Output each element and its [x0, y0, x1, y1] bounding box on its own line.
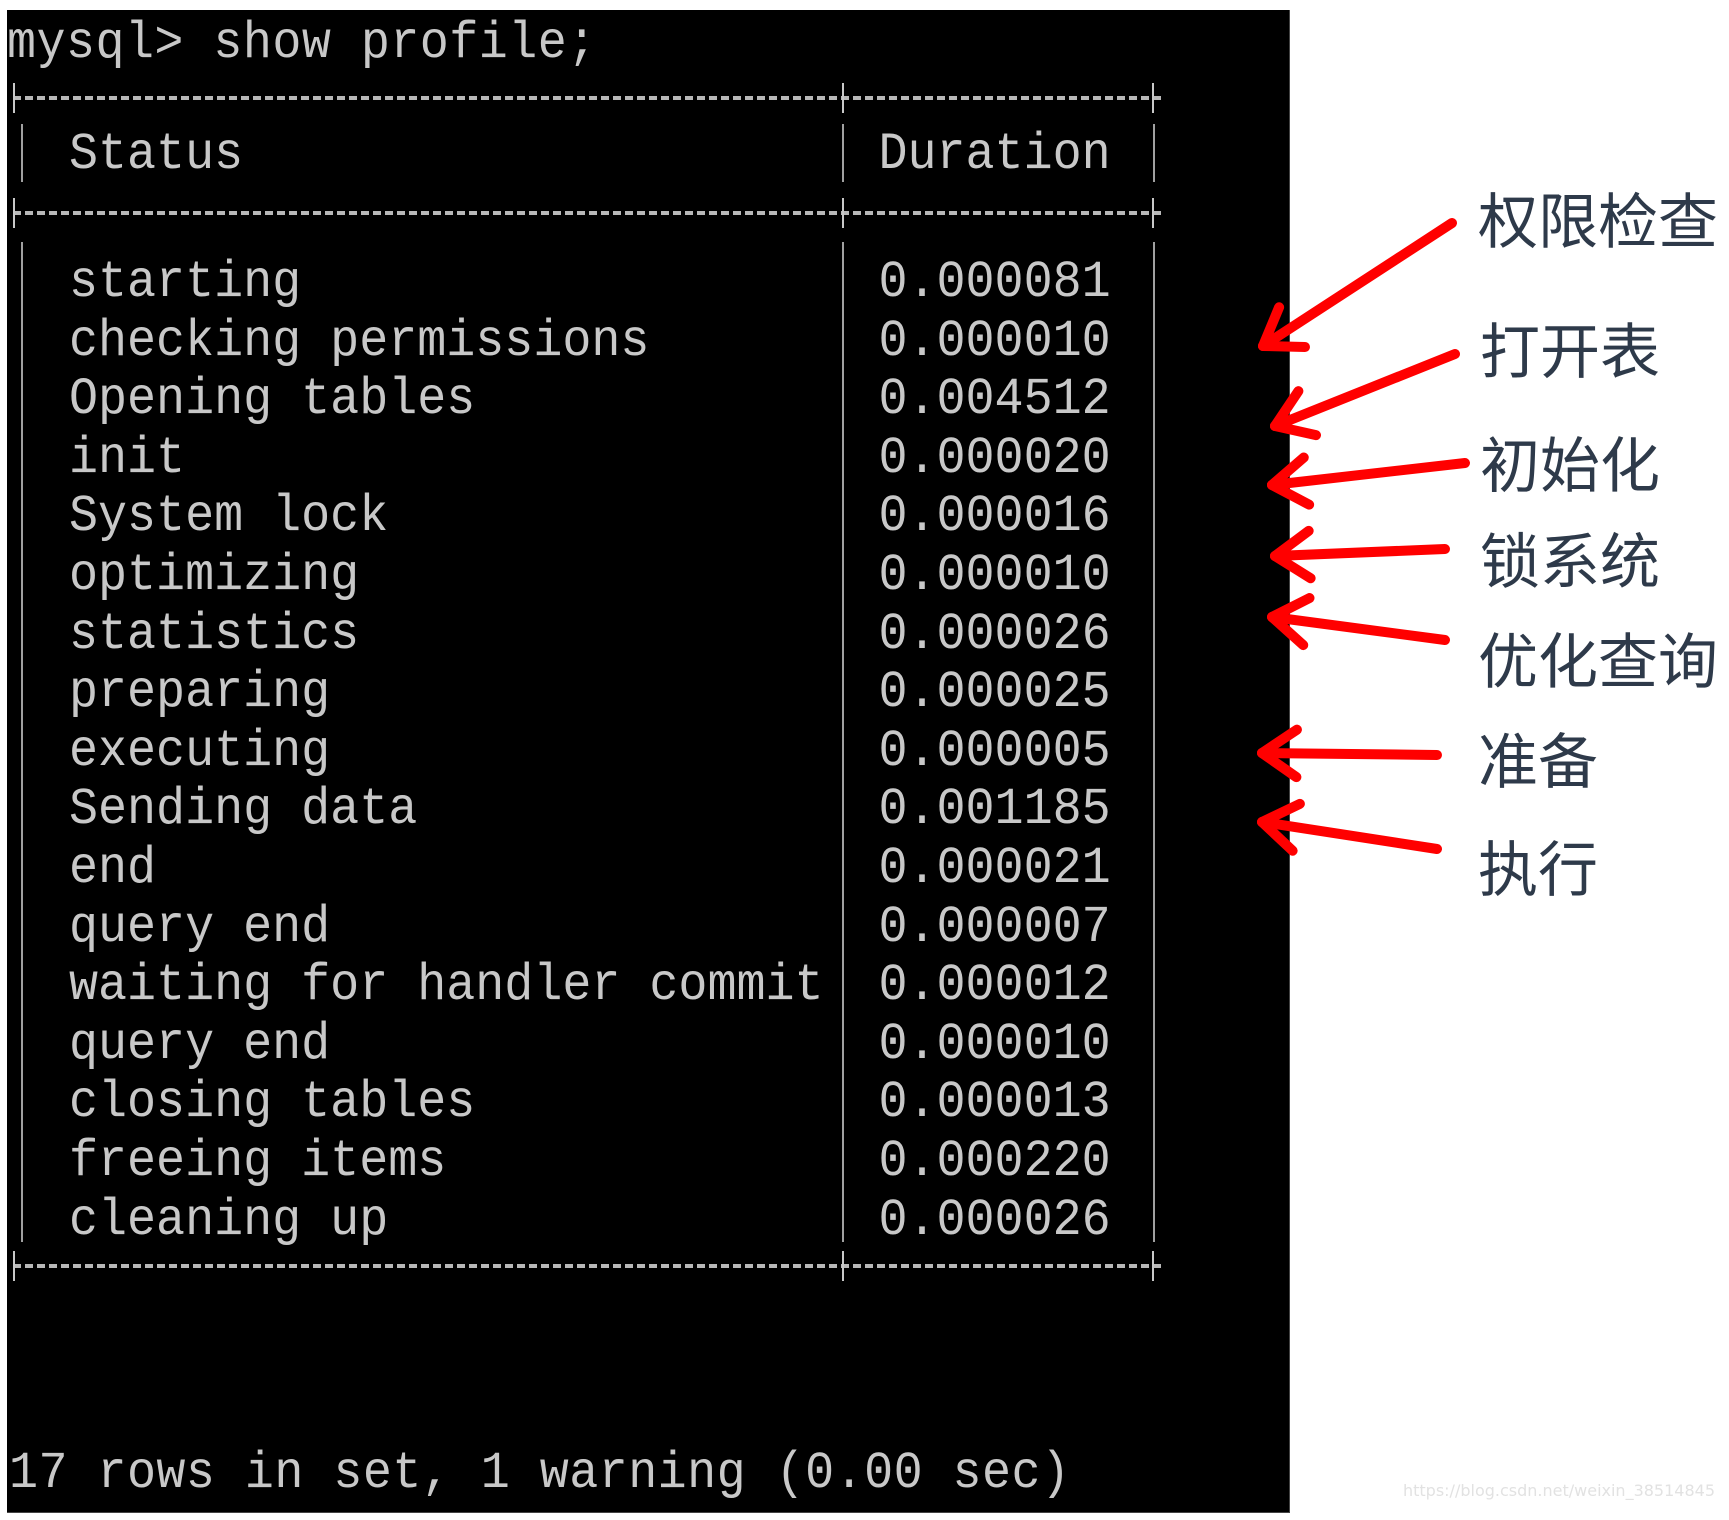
row-duration: 0.000010	[878, 546, 1111, 605]
row-status: checking permissions	[69, 311, 650, 371]
column-divider	[21, 124, 23, 182]
row-status: freeing items	[69, 1132, 447, 1191]
row-status: waiting for handler commit	[69, 956, 824, 1016]
row-status: closing tables	[69, 1073, 476, 1133]
watermark: https://blog.csdn.net/weixin_38514845	[1402, 1481, 1715, 1500]
border-corner	[1152, 1251, 1154, 1281]
table-border-bottom	[13, 1264, 1161, 1268]
terminal-window: mysql> show profile; Status Duration sta…	[7, 10, 1290, 1513]
row-duration: 0.004512	[878, 370, 1111, 430]
row-duration: 0.000026	[878, 604, 1111, 664]
row-status: preparing	[69, 663, 331, 723]
row-status: init	[69, 428, 186, 488]
border-junction	[842, 83, 844, 113]
row-duration: 0.000007	[878, 897, 1111, 957]
annotation-label-permissions: 权限检查	[1478, 188, 1718, 258]
command-prompt: mysql> show profile;	[7, 14, 597, 73]
annotation-label-system-lock: 锁系统	[1480, 528, 1660, 598]
arrow-5	[1267, 593, 1450, 651]
table-border-top	[13, 96, 1161, 100]
row-duration: 0.000026	[878, 1190, 1111, 1250]
row-status: query end	[69, 897, 331, 957]
row-status: end	[69, 839, 157, 898]
border-corner	[1152, 83, 1154, 113]
row-duration: 0.000081	[878, 253, 1111, 312]
row-duration: 0.000010	[878, 1014, 1111, 1074]
border-junction	[842, 1251, 844, 1281]
arrow-4	[1270, 525, 1450, 584]
row-status: executing	[69, 721, 331, 781]
column-divider	[1153, 242, 1155, 1242]
row-duration: 0.000021	[878, 839, 1111, 898]
annotation-label-open-tables: 打开表	[1480, 318, 1660, 388]
border-corner	[13, 1251, 15, 1281]
arrow-2	[1270, 349, 1460, 441]
row-status: query end	[69, 1014, 331, 1074]
row-status: Sending data	[69, 780, 418, 840]
annotation-label-preparing: 准备	[1478, 728, 1598, 798]
row-duration: 0.000013	[878, 1073, 1111, 1133]
column-divider	[842, 124, 844, 182]
row-duration: 0.000010	[878, 311, 1111, 371]
row-duration: 0.001185	[878, 780, 1111, 840]
row-duration: 0.000016	[878, 487, 1111, 547]
column-header-duration: Duration	[878, 125, 1111, 184]
arrow-3	[1267, 452, 1470, 510]
row-duration: 0.000220	[878, 1132, 1111, 1191]
row-status: starting	[69, 253, 302, 312]
row-status: statistics	[69, 604, 360, 664]
column-divider	[842, 242, 844, 1242]
column-divider	[21, 242, 23, 1242]
row-duration: 0.000012	[878, 956, 1111, 1016]
annotation-label-init: 初始化	[1480, 432, 1660, 502]
column-header-status: Status	[69, 125, 244, 184]
border-junction	[842, 198, 844, 228]
arrow-1	[1258, 218, 1457, 352]
table-border-header	[13, 211, 1161, 215]
border-corner	[13, 83, 15, 113]
border-corner	[13, 198, 15, 228]
row-duration: 0.000020	[878, 428, 1111, 488]
row-status: Opening tables	[69, 370, 476, 430]
row-status: optimizing	[69, 546, 360, 605]
row-status: System lock	[69, 487, 389, 547]
border-corner	[1152, 198, 1154, 228]
row-duration: 0.000025	[878, 663, 1111, 723]
row-duration: 0.000005	[878, 721, 1111, 781]
annotation-label-optimizing: 优化查询	[1478, 628, 1718, 698]
column-divider	[1153, 124, 1155, 182]
row-status: cleaning up	[69, 1190, 389, 1250]
result-summary: 17 rows in set, 1 warning (0.00 sec)	[9, 1444, 1071, 1503]
annotation-label-executing: 执行	[1478, 836, 1598, 906]
